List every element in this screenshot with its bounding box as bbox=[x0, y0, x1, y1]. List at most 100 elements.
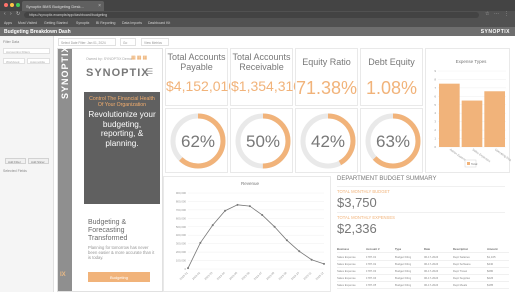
app-title: Budgeting Breakdown Dash bbox=[4, 29, 71, 35]
table-header-cell[interactable]: Description bbox=[453, 247, 468, 251]
share-icons[interactable]: ▦▦▦ bbox=[131, 55, 148, 61]
table-cell: 06-17-2024 bbox=[424, 283, 439, 287]
bookmark-item[interactable]: Apps bbox=[4, 21, 12, 25]
kpi-label: Total Accounts Payable bbox=[167, 52, 226, 72]
kpi-value: $4,152,016 bbox=[166, 78, 237, 94]
add-filter-button[interactable]: Add Filter bbox=[5, 158, 26, 164]
revenue-point bbox=[224, 209, 227, 212]
bookmark-item[interactable]: Dashboard Kit bbox=[148, 21, 170, 25]
donut-card-debt-equity: 63% bbox=[360, 108, 423, 173]
brand-strip: SYNOPTIX IX bbox=[58, 45, 72, 291]
automobile-select[interactable]: Automobile bbox=[27, 58, 50, 64]
browser-tab[interactable]: Synoptix BMS Budgeting Desk... × bbox=[22, 1, 104, 11]
table-header-cell[interactable]: Amount bbox=[487, 247, 498, 251]
hamburger-menu-icon[interactable]: ☰ bbox=[146, 67, 153, 76]
monthly-expenses-label: TOTAL MONTHLY EXPENSES bbox=[337, 215, 395, 220]
bookmark-item[interactable]: Data Imports bbox=[122, 21, 142, 25]
bookmark-item[interactable]: Synoptix bbox=[76, 21, 89, 25]
budget-summary-title: DEPARTMENT BUDGET SUMMARY bbox=[337, 176, 437, 182]
bar-x-tick-label: Operating Expenses bbox=[494, 148, 511, 167]
selected-fields-label: Selected Fields bbox=[3, 169, 27, 173]
line-x-tick-label: 2023-04 bbox=[216, 271, 226, 281]
bar-1 bbox=[439, 83, 460, 147]
app-brand-logo: SYNOPTIX bbox=[480, 29, 510, 35]
donut-gauge: 42% bbox=[300, 113, 356, 169]
bar-y-tick-label: 6 bbox=[434, 94, 436, 98]
donut-gauge: 62% bbox=[170, 113, 226, 169]
donut-card-equity-ratio: 42% bbox=[295, 108, 358, 173]
workbook-select[interactable]: Workbook bbox=[3, 58, 25, 64]
bookmark-item[interactable]: Getting Started bbox=[44, 21, 68, 25]
bar-chart-title: Expense Types bbox=[456, 59, 487, 64]
maximize-window-dot[interactable] bbox=[16, 3, 20, 7]
table-row[interactable]: Sales Expense 1787-04 Budget Filing 06-1… bbox=[337, 275, 509, 282]
kpi-label: Equity Ratio bbox=[302, 57, 351, 67]
promo-side-panel: SYNOPTIX IX Owned by: SYNOPTIX Demo ▦▦▦ … bbox=[57, 45, 163, 292]
revenue-point bbox=[211, 224, 214, 227]
table-header-cell[interactable]: Account # bbox=[366, 247, 380, 251]
table-header-row: Business Account # Type Date Description… bbox=[337, 246, 509, 253]
go-button[interactable]: Go bbox=[120, 38, 136, 46]
add-slicer-button[interactable]: Add Slicer bbox=[28, 158, 49, 164]
filter-section-tab[interactable]: Accounting Filters bbox=[3, 48, 50, 54]
address-bar-url: https://synoptix.example/app/dashboard/b… bbox=[29, 13, 108, 17]
table-cell: 06-17-2024 bbox=[424, 276, 439, 280]
budgeting-button[interactable]: Budgeting bbox=[88, 272, 150, 282]
department-budget-summary: DEPARTMENT BUDGET SUMMARY TOTAL MONTHLY … bbox=[333, 176, 510, 246]
table-header-cell[interactable]: Date bbox=[424, 247, 430, 251]
close-tab-icon[interactable]: × bbox=[98, 3, 101, 9]
table-cell: Sales Expense bbox=[337, 255, 356, 259]
bookmark-item[interactable]: Most Visited bbox=[18, 21, 37, 25]
kpi-value: 71.38% bbox=[296, 78, 358, 98]
bar-y-tick-label: 5 bbox=[434, 103, 436, 107]
kpi-value: 1.08% bbox=[365, 78, 418, 98]
bar-y-tick-label: 9 bbox=[434, 69, 436, 73]
revenue-line bbox=[187, 204, 325, 269]
star-bookmark-icon[interactable]: ☆ bbox=[485, 11, 489, 17]
table-row[interactable]: Sales Expense 1787-01 Budget Filing 06-1… bbox=[337, 254, 509, 261]
reload-icon[interactable]: ↻ bbox=[16, 11, 20, 17]
table-header-cell[interactable]: Business bbox=[337, 247, 349, 251]
browser-tab-row: Synoptix BMS Budgeting Desk... × bbox=[0, 0, 515, 11]
filter-pane: Filter Data Accounting Filters Workbook … bbox=[0, 36, 54, 292]
minimize-window-dot[interactable] bbox=[10, 3, 14, 7]
forward-arrow-icon[interactable]: › bbox=[10, 11, 12, 17]
table-row[interactable]: Sales Expense 1787-05 Budget Filing 06-1… bbox=[337, 282, 509, 289]
strip-brand-text: SYNOPTIX bbox=[60, 45, 70, 99]
table-cell: $185 bbox=[487, 283, 494, 287]
extensions-icon[interactable]: ⋯ bbox=[494, 11, 499, 17]
filter-section-label: Accounting Filters bbox=[6, 50, 30, 54]
table-cell: Budget Filing bbox=[395, 276, 412, 280]
table-cell: 1787-03 bbox=[366, 269, 377, 273]
automobile-select-value: Automobile bbox=[30, 60, 46, 64]
browser-url-row: ‹ › ↻ https://synoptix.example/app/dashb… bbox=[0, 11, 515, 19]
view-metrics-button[interactable]: View Metrics bbox=[141, 38, 169, 46]
promo-headline: Revolutionize your budgeting, reporting,… bbox=[88, 110, 156, 148]
table-cell: Dept Meals bbox=[453, 283, 468, 287]
revenue-point bbox=[323, 262, 325, 265]
bar-y-tick-label: 3 bbox=[434, 120, 436, 124]
back-arrow-icon[interactable]: ‹ bbox=[4, 11, 6, 17]
table-cell: Budget Filing bbox=[395, 255, 412, 259]
bookmark-item[interactable]: BI Reporting bbox=[96, 21, 115, 25]
feature-description: Planning for tomorrow has never been eas… bbox=[88, 245, 155, 260]
table-cell: 06-17-2024 bbox=[424, 255, 439, 259]
view-metrics-label: View Metrics bbox=[144, 41, 163, 45]
workbook-select-value: Workbook bbox=[6, 60, 20, 64]
address-bar[interactable]: https://synoptix.example/app/dashboard/b… bbox=[24, 12, 479, 18]
table-header-cell[interactable]: Type bbox=[395, 247, 401, 251]
donut-label: 50% bbox=[246, 132, 280, 151]
kpi-card-equity-ratio: Equity Ratio 71.38% bbox=[295, 48, 358, 106]
close-window-dot[interactable] bbox=[4, 3, 8, 7]
kpi-card-receivable: Total Accounts Receivable $1,354,310 bbox=[230, 48, 301, 106]
table-row[interactable]: Sales Expense 1787-03 Budget Filing 06-1… bbox=[337, 268, 509, 275]
bar-y-tick-label: 4 bbox=[434, 111, 436, 115]
line-y-tick-label: 600,000 bbox=[176, 216, 187, 220]
table-cell: 1787-05 bbox=[366, 283, 377, 287]
line-x-tick-label: 2023-12 bbox=[315, 271, 325, 281]
table-row[interactable]: Sales Expense 1787-02 Budget Filing 06-1… bbox=[337, 261, 509, 268]
revenue-point bbox=[273, 225, 276, 228]
browser-menu-icon[interactable]: ⋮ bbox=[504, 11, 509, 17]
bar-y-tick-label: 8 bbox=[434, 77, 436, 81]
line-y-tick-label: 700,000 bbox=[176, 208, 187, 212]
